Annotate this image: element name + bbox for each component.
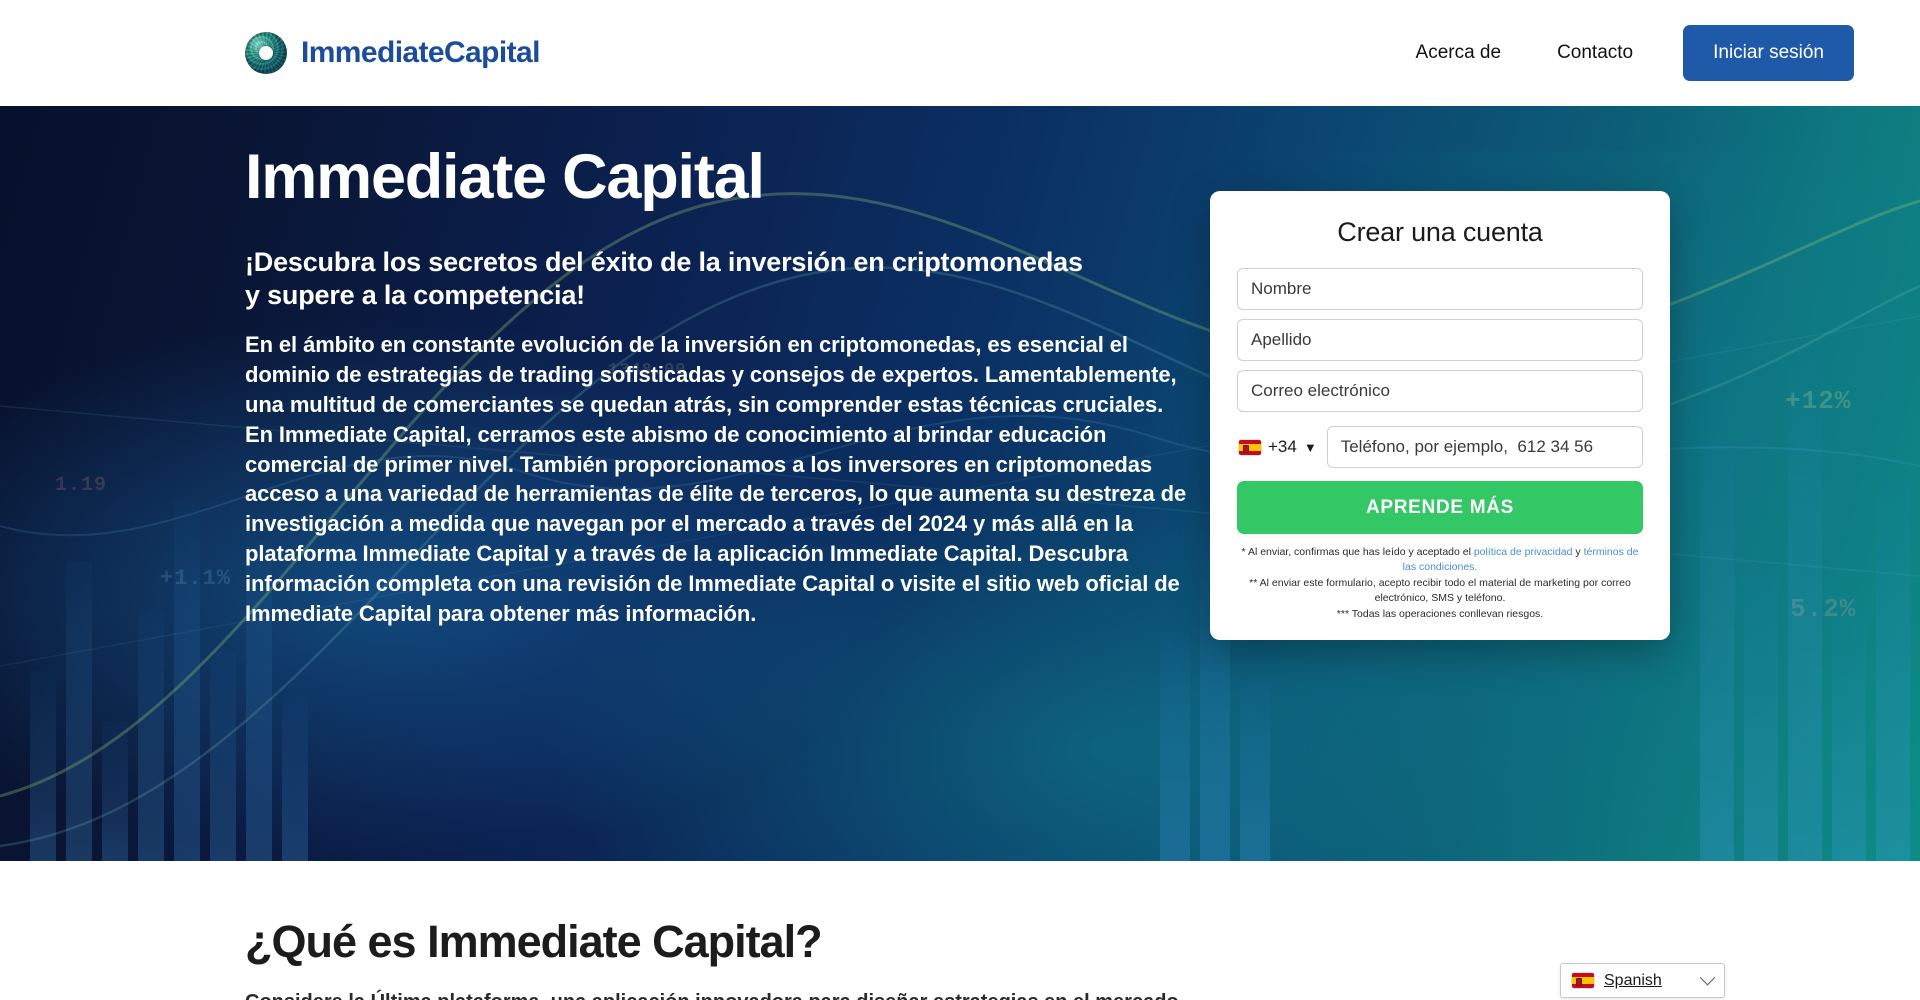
privacy-policy-link[interactable]: política de privacidad [1474,546,1573,558]
hero-subtitle: ¡Descubra los secretos del éxito de la i… [245,247,1083,310]
hero-body-text: En el ámbito en constante evolución de l… [245,331,1187,627]
submit-button[interactable]: APRENDE MÁS [1237,481,1643,534]
last-name-input[interactable] [1237,319,1643,361]
logo-mark-icon [245,32,287,74]
spain-flag-icon [1572,973,1594,988]
brand-name: ImmediateCapital [301,36,540,69]
main-nav: Acerca de Contacto Iniciar sesión [1388,25,1854,81]
first-name-input[interactable] [1237,268,1643,310]
login-button[interactable]: Iniciar sesión [1683,25,1854,81]
spain-flag-icon [1239,439,1261,455]
hero-section: +12% +1.1% 1.19 5.2% 1348.00 Immediate C… [0,106,1920,861]
email-input[interactable] [1237,370,1643,412]
section-title: ¿Qué es Immediate Capital? [245,916,823,967]
phone-row: +34 ▼ [1237,426,1643,468]
caret-down-icon: ▼ [1303,439,1317,455]
brand-logo[interactable]: ImmediateCapital [245,32,540,74]
fineprint-line-3: *** Todas las operaciones conllevan ries… [1336,607,1544,620]
section-paragraph: Considere la Última plataforma, una apli… [245,987,1345,1000]
chevron-down-icon [1699,969,1716,986]
fineprint-line-2: ** Al enviar este formulario, acepto rec… [1249,576,1631,604]
phone-input[interactable] [1326,426,1643,468]
language-name: Spanish [1604,971,1662,989]
fineprint-text-b: y [1572,546,1584,558]
nav-link-about[interactable]: Acerca de [1388,42,1530,64]
language-switcher[interactable]: Spanish [1560,963,1725,998]
fineprint-line-1: * Al enviar, confirmas que has leído y a… [1237,545,1643,575]
form-title: Crear una cuenta [1337,217,1543,247]
country-code-select[interactable]: +34 ▼ [1237,437,1327,457]
nav-link-contact[interactable]: Contacto [1529,42,1661,64]
country-code-value: +34 [1268,437,1297,456]
form-fineprint: * Al enviar, confirmas que has leído y a… [1237,545,1643,622]
hero-text-column: Immediate Capital ¡Descubra los secretos… [245,106,1205,861]
site-header: ImmediateCapital Acerca de Contacto Inic… [0,0,1920,106]
fineprint-text-a: * Al enviar, confirmas que has leído y a… [1241,546,1474,558]
hero-title: Immediate Capital [245,142,765,212]
signup-form-card: Crear una cuenta +34 ▼ APRENDE MÁS * Al … [1210,191,1670,640]
